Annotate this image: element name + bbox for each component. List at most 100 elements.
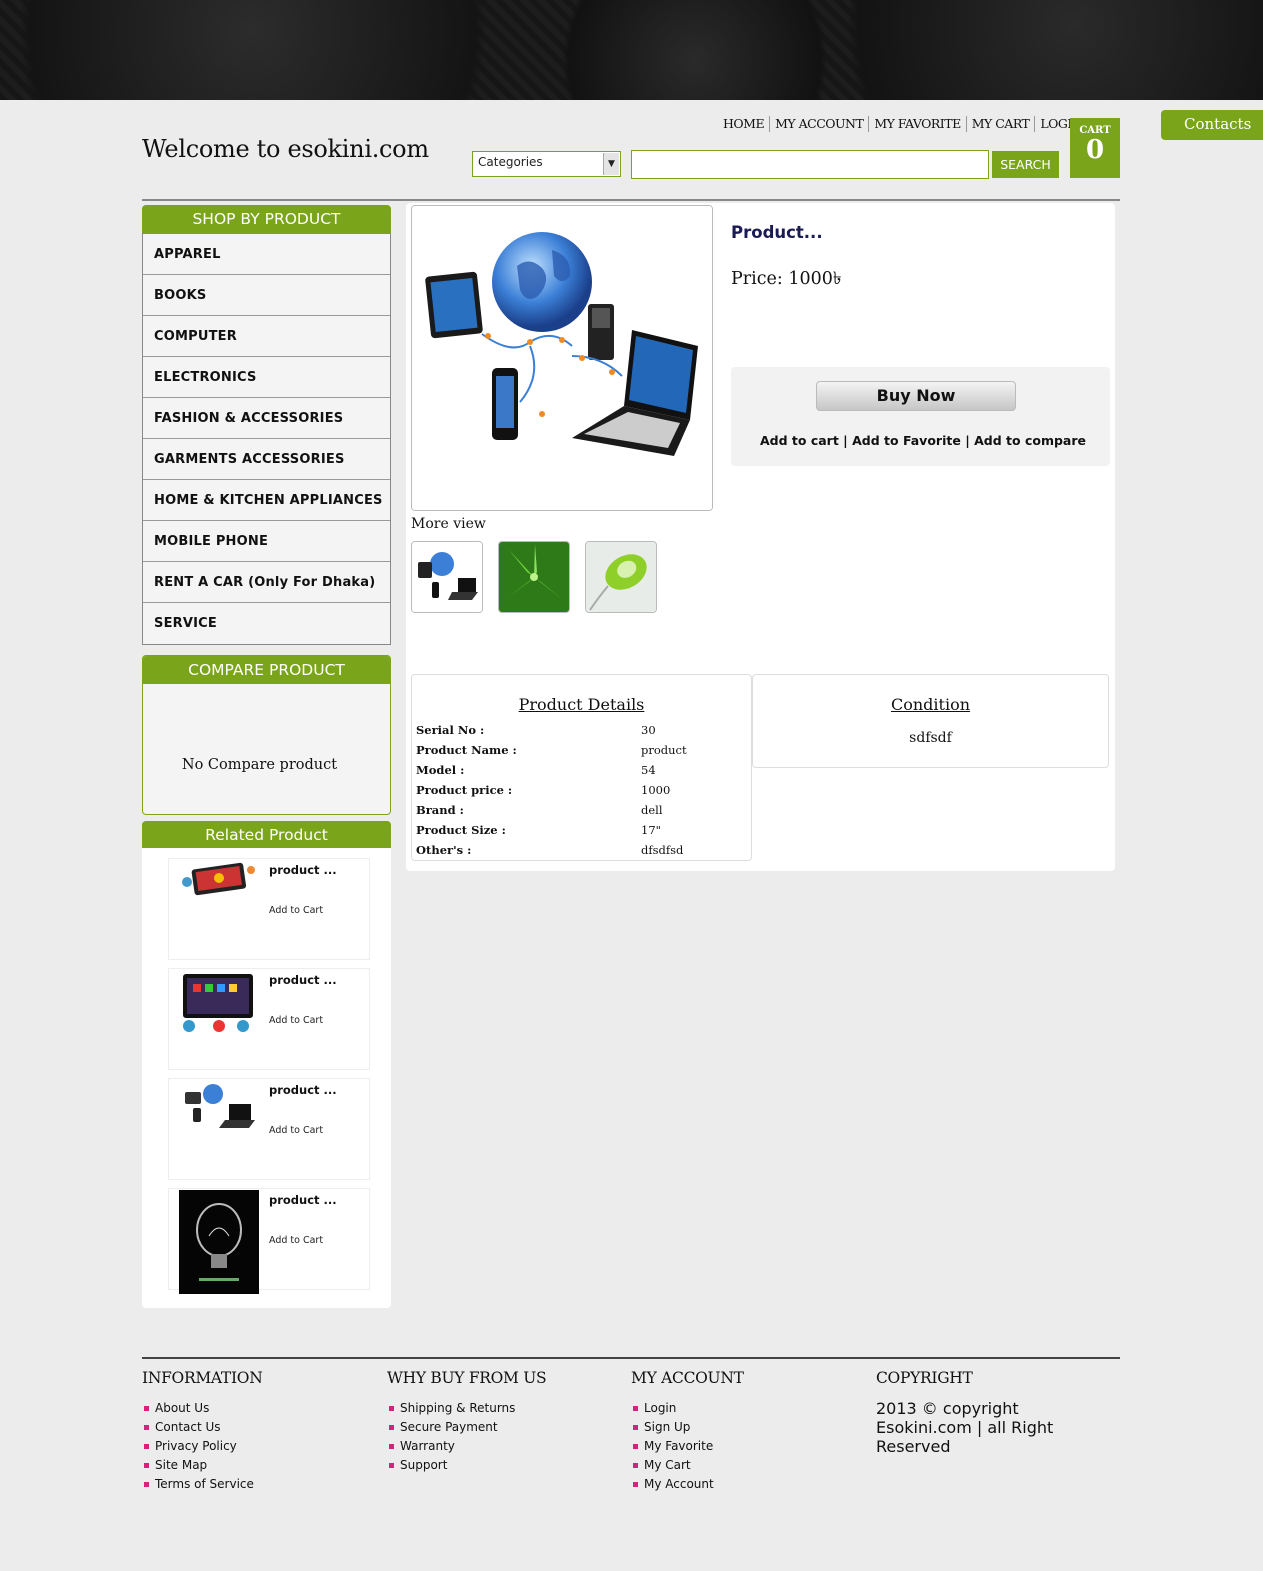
related-product-image[interactable]: [179, 860, 259, 900]
category-select-value: Categories: [478, 155, 543, 169]
footer-link-my-favorite[interactable]: My Favorite: [631, 1437, 744, 1456]
category-rent-a-car[interactable]: RENT A CAR (Only For Dhaka): [143, 562, 390, 603]
condition-panel: Condition sdfsdf: [752, 674, 1109, 768]
copyright-text: 2013 © copyright Esokini.com | all Right…: [876, 1399, 1054, 1456]
detail-key: Brand :: [416, 803, 464, 817]
detail-key: Product Size :: [416, 823, 506, 837]
category-mobile-phone[interactable]: MOBILE PHONE: [143, 521, 390, 562]
footer-link-terms[interactable]: Terms of Service: [142, 1475, 262, 1494]
detail-key: Serial No :: [416, 723, 485, 737]
related-product-name[interactable]: product ...: [269, 973, 337, 987]
footer-link-contact-us[interactable]: Contact Us: [142, 1418, 262, 1437]
footer-link-warranty[interactable]: Warranty: [387, 1437, 546, 1456]
nav-my-account-link[interactable]: MY ACCOUNT: [769, 116, 868, 132]
link-separator: |: [965, 433, 970, 448]
footer-my-account-title: MY ACCOUNT: [631, 1369, 744, 1387]
detail-key: Product price :: [416, 783, 513, 797]
footer-link-privacy-policy[interactable]: Privacy Policy: [142, 1437, 262, 1456]
related-product-name[interactable]: product ...: [269, 1193, 337, 1207]
detail-key: Product Name :: [416, 743, 517, 757]
add-to-cart-link[interactable]: Add to cart: [760, 433, 839, 448]
footer-copyright: COPYRIGHT 2013 © copyright Esokini.com |…: [876, 1369, 1116, 1456]
add-to-favorite-link[interactable]: Add to Favorite: [852, 433, 961, 448]
category-list: APPAREL BOOKS COMPUTER ELECTRONICS FASHI…: [142, 233, 391, 645]
detail-key: Other's :: [416, 843, 472, 857]
category-electronics[interactable]: ELECTRONICS: [143, 357, 390, 398]
header-divider: [142, 199, 1120, 201]
related-product-image[interactable]: [179, 1190, 259, 1294]
footer-my-account: MY ACCOUNT Login Sign Up My Favorite My …: [631, 1369, 744, 1494]
footer-link-my-account[interactable]: My Account: [631, 1475, 744, 1494]
related-product-card[interactable]: product ... Add to Cart: [168, 1188, 370, 1294]
related-product-list: product ... Add to Cart product ... Add …: [142, 848, 391, 1308]
footer-link-site-map[interactable]: Site Map: [142, 1456, 262, 1475]
detail-value: dell: [641, 803, 663, 817]
related-product-card[interactable]: product ... Add to Cart: [168, 1078, 370, 1180]
search-button[interactable]: SEARCH: [992, 151, 1059, 178]
product-details-panel: Product Details Serial No : 30 Product Na…: [411, 674, 752, 861]
footer-copyright-title: COPYRIGHT: [876, 1369, 973, 1387]
detail-value: 30: [641, 723, 656, 737]
related-product-name[interactable]: product ...: [269, 863, 337, 877]
related-product-name[interactable]: product ...: [269, 1083, 337, 1097]
category-select[interactable]: Categories ▼: [472, 151, 621, 177]
footer-why-buy-title: WHY BUY FROM US: [387, 1369, 547, 1387]
detail-value: 1000: [641, 783, 671, 797]
category-fashion[interactable]: FASHION & ACCESSORIES: [143, 398, 390, 439]
detail-value: dfsdfsd: [641, 843, 684, 857]
footer-link-sign-up[interactable]: Sign Up: [631, 1418, 744, 1437]
footer-link-my-cart[interactable]: My Cart: [631, 1456, 744, 1475]
related-product-image[interactable]: [179, 970, 259, 1034]
header-banner: [0, 0, 1263, 100]
shop-by-product-heading: SHOP BY PRODUCT: [142, 205, 391, 233]
top-navigation: HOME MY ACCOUNT MY FAVORITE MY CART LOGI…: [718, 116, 1087, 132]
related-add-to-cart-link[interactable]: Add to Cart: [269, 1235, 323, 1246]
compare-product-panel: COMPARE PRODUCT No Compare product: [142, 655, 391, 815]
footer-link-shipping[interactable]: Shipping & Returns: [387, 1399, 546, 1418]
product-action-links: Add to cart | Add to Favorite | Add to c…: [731, 433, 1110, 448]
related-product-image[interactable]: [179, 1080, 259, 1136]
footer-why-buy: WHY BUY FROM US Shipping & Returns Secur…: [387, 1369, 547, 1475]
buy-now-button[interactable]: Buy Now: [816, 381, 1016, 411]
link-separator: |: [843, 433, 848, 448]
nav-my-favorite-link[interactable]: MY FAVORITE: [868, 116, 965, 132]
related-add-to-cart-link[interactable]: Add to Cart: [269, 905, 323, 916]
related-add-to-cart-link[interactable]: Add to Cart: [269, 1015, 323, 1026]
condition-value: sdfsdf: [909, 730, 952, 746]
more-view-thumbnail[interactable]: [411, 541, 483, 613]
cart-button[interactable]: CART 0: [1070, 118, 1120, 178]
more-view-thumbnail[interactable]: [498, 541, 570, 613]
category-computer[interactable]: COMPUTER: [143, 316, 390, 357]
category-apparel[interactable]: APPAREL: [143, 234, 390, 275]
footer-link-support[interactable]: Support: [387, 1456, 546, 1475]
category-books[interactable]: BOOKS: [143, 275, 390, 316]
footer-information-title: INFORMATION: [142, 1369, 263, 1387]
related-product-heading: Related Product: [142, 821, 391, 849]
related-add-to-cart-link[interactable]: Add to Cart: [269, 1125, 323, 1136]
contacts-tab[interactable]: Contacts: [1161, 110, 1263, 140]
compare-empty-message: No Compare product: [181, 757, 338, 773]
more-view-thumbnail[interactable]: [585, 541, 657, 613]
search-input[interactable]: [631, 150, 989, 179]
detail-value: product: [641, 743, 687, 757]
footer-link-login[interactable]: Login: [631, 1399, 744, 1418]
category-garments[interactable]: GARMENTS ACCESSORIES: [143, 439, 390, 480]
buy-box: Buy Now Add to cart | Add to Favorite | …: [731, 367, 1110, 466]
product-title: Product...: [731, 223, 823, 242]
footer-link-secure-payment[interactable]: Secure Payment: [387, 1418, 546, 1437]
related-product-card[interactable]: product ... Add to Cart: [168, 968, 370, 1070]
site-welcome-title: Welcome to esokini.com: [142, 135, 429, 163]
category-service[interactable]: SERVICE: [143, 603, 390, 644]
footer-divider: [142, 1357, 1120, 1359]
detail-key: Model :: [416, 763, 465, 777]
nav-my-cart-link[interactable]: MY CART: [965, 116, 1035, 132]
chevron-down-icon: ▼: [603, 153, 619, 175]
nav-home-link[interactable]: HOME: [718, 116, 769, 132]
footer-link-about-us[interactable]: About Us: [142, 1399, 262, 1418]
more-view-label: More view: [411, 516, 486, 532]
related-product-card[interactable]: product ... Add to Cart: [168, 858, 370, 960]
category-home-kitchen[interactable]: HOME & KITCHEN APPLIANCES: [143, 480, 390, 521]
detail-value: 54: [641, 763, 656, 777]
add-to-compare-link[interactable]: Add to compare: [974, 433, 1086, 448]
product-main-image[interactable]: [411, 205, 713, 511]
